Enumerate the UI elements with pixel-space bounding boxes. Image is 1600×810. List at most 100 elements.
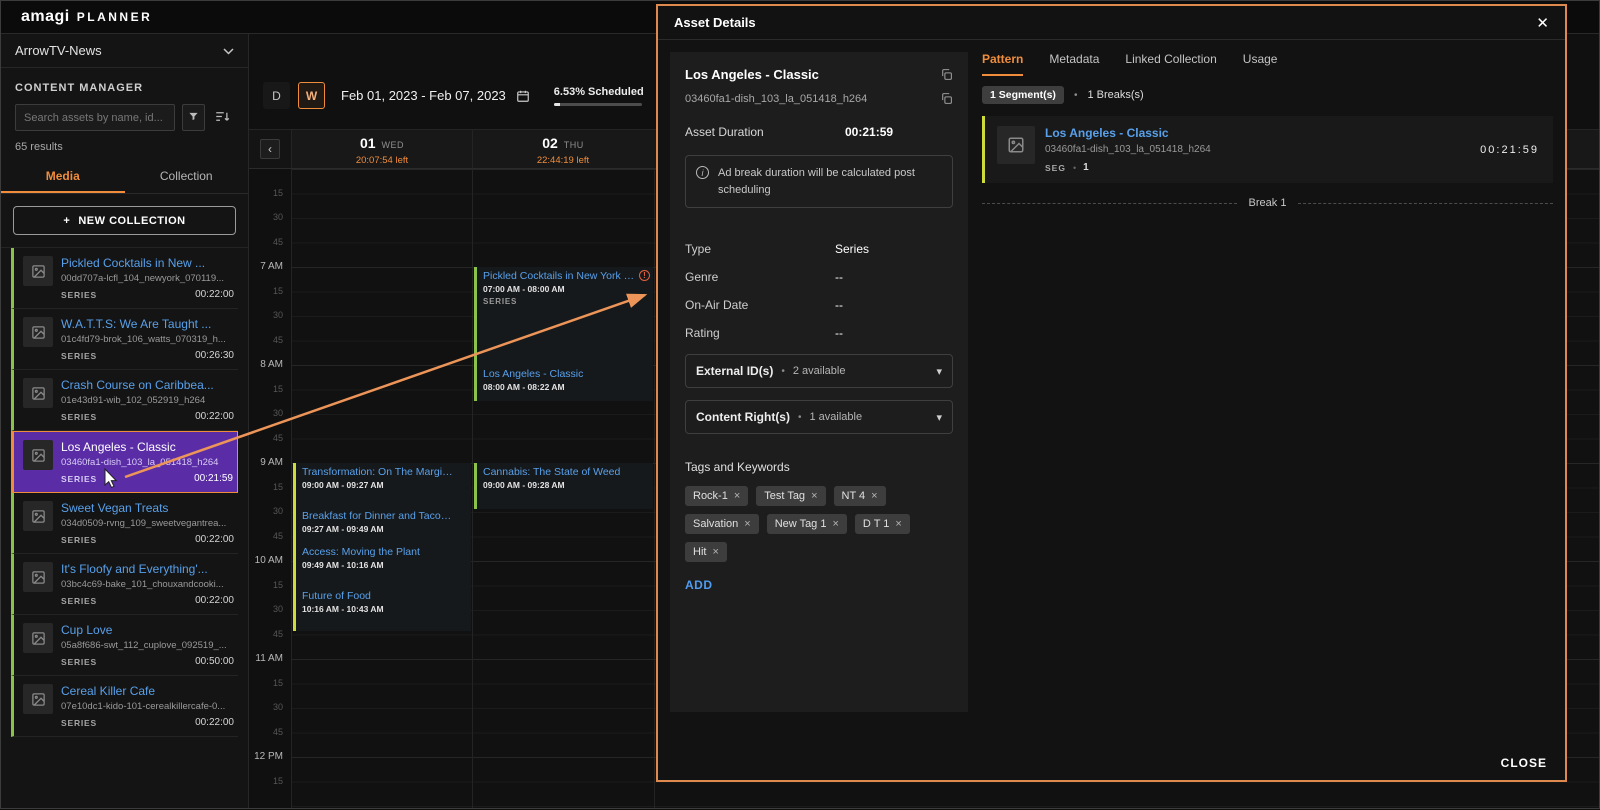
date-range[interactable]: Feb 01, 2023 - Feb 07, 2023	[341, 88, 506, 103]
tab-metadata[interactable]: Metadata	[1049, 52, 1099, 76]
remove-tag-icon[interactable]: ×	[712, 546, 718, 558]
tag-chip: D T 1×	[855, 514, 910, 534]
sort-button[interactable]	[212, 104, 234, 131]
schedule-progress-track	[554, 103, 642, 106]
media-list-item[interactable]: Sweet Vegan Treats034d0509-rvng_109_swee…	[11, 493, 238, 554]
media-item-meta: SERIES00:22:00	[61, 289, 234, 300]
media-item-type: SERIES	[61, 474, 97, 484]
asset-details-modal: Asset Details ✕ Los Angeles - Classic 03…	[656, 4, 1567, 782]
channel-selector[interactable]: ArrowTV-News	[1, 34, 248, 68]
media-item-id: 034d0509-rvng_109_sweetvegantrea...	[61, 518, 234, 529]
break-divider-right	[1298, 203, 1553, 204]
ad-break-info-box: i Ad break duration will be calculated p…	[685, 155, 953, 208]
collapse-sidebar-button[interactable]: ‹	[260, 139, 280, 159]
calendar-event[interactable]: Future of Food10:16 AM - 10:43 AM	[293, 587, 471, 631]
field-value: --	[835, 298, 843, 312]
event-time: 07:00 AM - 08:00 AM	[483, 284, 647, 294]
copy-id-icon[interactable]	[940, 92, 953, 105]
event-time: 09:49 AM - 10:16 AM	[302, 560, 465, 570]
calendar-toolbar: D W Feb 01, 2023 - Feb 07, 2023 6.53% Sc…	[263, 82, 644, 109]
time-label: 15	[273, 482, 283, 492]
bullet-icon: •	[1074, 90, 1078, 101]
tag-chip: NT 4×	[834, 486, 886, 506]
scheduled-progress: 6.53% Scheduled	[554, 86, 644, 106]
weekday-label: THU	[564, 140, 584, 150]
calendar-event[interactable]: Los Angeles - Classic08:00 AM - 08:22 AM	[474, 365, 653, 401]
time-label: 15	[273, 776, 283, 786]
remove-tag-icon[interactable]: ×	[832, 518, 838, 530]
media-item-type: SERIES	[61, 290, 97, 300]
week-view-button[interactable]: W	[298, 82, 325, 109]
remove-tag-icon[interactable]: ×	[734, 490, 740, 502]
asset-name-row: Los Angeles - Classic	[685, 67, 953, 82]
segment-id: 03460fa1-dish_103_la_051418_h264	[1045, 144, 1211, 155]
day-column-header[interactable]: 02THU 22:44:19 left	[472, 130, 653, 168]
field-label: Genre	[685, 270, 835, 284]
calendar-event[interactable]: Access: Moving the Plant09:49 AM - 10:16…	[293, 543, 471, 587]
add-tag-button[interactable]: ADD	[685, 578, 953, 592]
new-collection-button[interactable]: + NEW COLLECTION	[13, 206, 236, 235]
ad-break-info-text: Ad break duration will be calculated pos…	[718, 165, 942, 198]
media-item-id: 07e10dc1-kido-101-cerealkillercafe-0...	[61, 701, 234, 712]
segment-title: Los Angeles - Classic	[1045, 126, 1211, 140]
time-label: 30	[273, 408, 283, 418]
calendar-event[interactable]: Transformation: On The Margins09:00 AM -…	[293, 463, 471, 507]
media-item-meta: SERIES00:22:00	[61, 411, 234, 422]
metadata-field-row: TypeSeries	[685, 242, 953, 256]
close-icon[interactable]: ✕	[1536, 14, 1549, 32]
planner-logo-text: PLANNER	[77, 10, 153, 24]
remove-tag-icon[interactable]: ×	[811, 490, 817, 502]
filter-button[interactable]	[182, 104, 205, 131]
media-list-item[interactable]: Pickled Cocktails in New ...00dd707a-lcf…	[11, 248, 238, 309]
tab-media[interactable]: Media	[1, 161, 125, 193]
day-column-thu[interactable]: Pickled Cocktails in New York City!07:00…	[473, 169, 655, 808]
media-list-item[interactable]: W.A.T.T.S: We Are Taught ...01c4fd79-bro…	[11, 309, 238, 370]
field-label: Type	[685, 242, 835, 256]
accordion-value: 1 available	[810, 411, 863, 423]
media-list-item[interactable]: Cereal Killer Cafe07e10dc1-kido-101-cere…	[11, 676, 238, 737]
remove-tag-icon[interactable]: ×	[895, 518, 901, 530]
search-row	[1, 104, 248, 131]
time-label: 11 AM	[255, 653, 283, 664]
search-input[interactable]	[15, 104, 175, 131]
calendar-event[interactable]: Breakfast for Dinner and Taco-Bo...09:27…	[293, 507, 471, 543]
segment-card[interactable]: Los Angeles - Classic 03460fa1-dish_103_…	[982, 116, 1553, 183]
day-column-wed[interactable]: Transformation: On The Margins09:00 AM -…	[292, 169, 473, 808]
remove-tag-icon[interactable]: ×	[871, 490, 877, 502]
copy-name-icon[interactable]	[940, 68, 953, 81]
calendar-event[interactable]: Cannabis: The State of Weed09:00 AM - 09…	[474, 463, 653, 509]
time-label: 30	[273, 310, 283, 320]
media-item-type: SERIES	[61, 657, 97, 667]
time-label: 30	[273, 212, 283, 222]
event-type: SERIES	[483, 297, 647, 306]
media-list-item[interactable]: Los Angeles - Classic03460fa1-dish_103_l…	[11, 431, 238, 493]
media-item-title: Crash Course on Caribbea...	[61, 378, 234, 392]
tab-usage[interactable]: Usage	[1243, 52, 1278, 76]
asset-name: Los Angeles - Classic	[685, 67, 819, 82]
remove-tag-icon[interactable]: ×	[744, 518, 750, 530]
day-column-header[interactable]: 01WED 20:07:54 left	[291, 130, 472, 168]
media-list: Pickled Cocktails in New ...00dd707a-lcf…	[1, 247, 248, 737]
accordion-external-ids[interactable]: External ID(s)•2 available▾	[685, 354, 953, 388]
calendar-icon[interactable]	[516, 89, 530, 103]
event-title: Cannabis: The State of Weed	[483, 466, 647, 478]
tab-linked-collection[interactable]: Linked Collection	[1125, 52, 1216, 76]
channel-selector-value: ArrowTV-News	[15, 43, 102, 58]
day-view-button[interactable]: D	[263, 82, 290, 109]
media-item-meta: SERIES00:50:00	[61, 656, 234, 667]
accordion-content-rights[interactable]: Content Right(s)•1 available▾	[685, 400, 953, 434]
time-label: 45	[273, 531, 283, 541]
time-label: 30	[273, 702, 283, 712]
segment-number-row: SEG • 1	[1045, 162, 1211, 173]
tab-pattern[interactable]: Pattern	[982, 52, 1023, 76]
event-time: 09:00 AM - 09:27 AM	[302, 480, 465, 490]
time-label: 9 AM	[260, 457, 283, 468]
weekday-label: WED	[382, 140, 405, 150]
media-list-item[interactable]: It's Floofy and Everything'...03bc4c69-b…	[11, 554, 238, 615]
tab-collection[interactable]: Collection	[125, 161, 249, 193]
calendar-event[interactable]: Pickled Cocktails in New York City!07:00…	[474, 267, 653, 365]
media-list-item[interactable]: Crash Course on Caribbea...01e43d91-wib_…	[11, 370, 238, 431]
close-button[interactable]: CLOSE	[1501, 756, 1547, 770]
segment-thumbnail	[997, 126, 1035, 164]
media-list-item[interactable]: Cup Love05a8f686-swt_112_cuplove_092519_…	[11, 615, 238, 676]
